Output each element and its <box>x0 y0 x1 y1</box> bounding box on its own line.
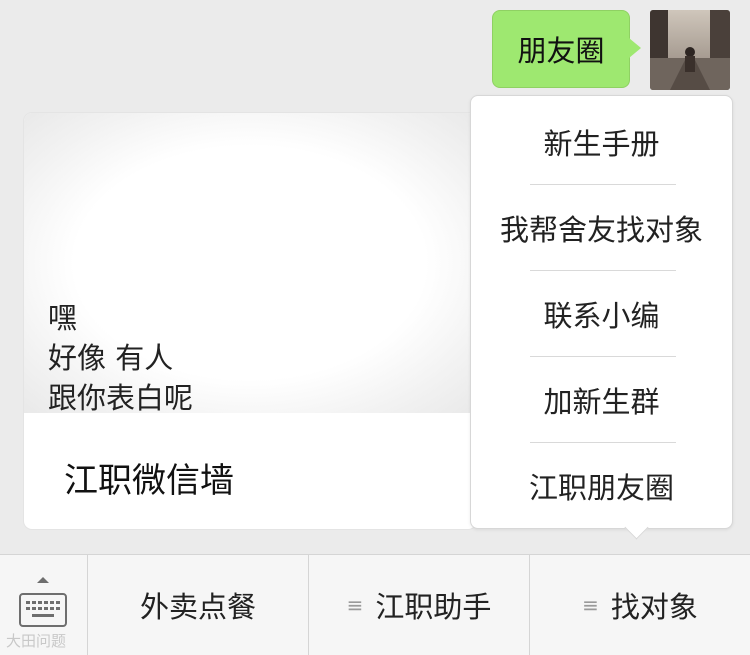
sent-message-bubble[interactable]: 朋友圈 <box>492 10 630 88</box>
menu-tab-takeout[interactable]: 外卖点餐 <box>88 555 308 655</box>
bottom-menu-bar: 外卖点餐 ≡ 江职助手 ≡ 找对象 <box>0 554 750 655</box>
avatar-photo <box>650 10 730 90</box>
popup-item-find-match-for-roommate[interactable]: 我帮舍友找对象 <box>471 185 732 271</box>
watermark: 大田问题 <box>6 632 67 650</box>
card-cover-text: 嘿 好像 有人 跟你表白呢 <box>48 298 193 418</box>
bubble-tail <box>629 38 641 58</box>
popup-item-new-student-handbook[interactable]: 新生手册 <box>471 99 732 185</box>
card-line: 嘿 <box>48 301 78 335</box>
card-line: 跟你表白呢 <box>48 381 194 415</box>
article-card[interactable]: 嘿 好像 有人 跟你表白呢 江职微信墙 <box>24 113 476 529</box>
menu-tab-assistant[interactable]: ≡ 江职助手 <box>309 555 529 655</box>
sent-message-text: 朋友圈 <box>517 34 605 68</box>
chat-screen: 朋友圈 嘿 好像 有人 跟你表白呢 江职微信墙 新生手册 我帮舍友找对象 联系小… <box>0 0 750 655</box>
caret-up-icon <box>37 577 49 583</box>
card-title: 江职微信墙 <box>64 461 234 501</box>
avatar[interactable] <box>650 10 730 90</box>
popup-item-contact-editor[interactable]: 联系小编 <box>471 271 732 357</box>
menu-tab-label: 找对象 <box>610 590 698 624</box>
menu-tab-label: 江职助手 <box>375 590 492 624</box>
keyboard-icon <box>19 593 67 627</box>
menu-tab-find-match[interactable]: ≡ 找对象 <box>530 555 750 655</box>
menu-tab-label: 外卖点餐 <box>139 590 256 624</box>
submenu-list-icon: ≡ <box>346 593 364 617</box>
popup-item-join-new-student-group[interactable]: 加新生群 <box>471 357 732 443</box>
popup-item-jiangzhi-moments[interactable]: 江职朋友圈 <box>471 443 732 529</box>
submenu-list-icon: ≡ <box>582 593 599 617</box>
popup-menu: 新生手册 我帮舍友找对象 联系小编 加新生群 江职朋友圈 <box>470 95 733 529</box>
card-line: 好像 有人 <box>48 341 174 375</box>
